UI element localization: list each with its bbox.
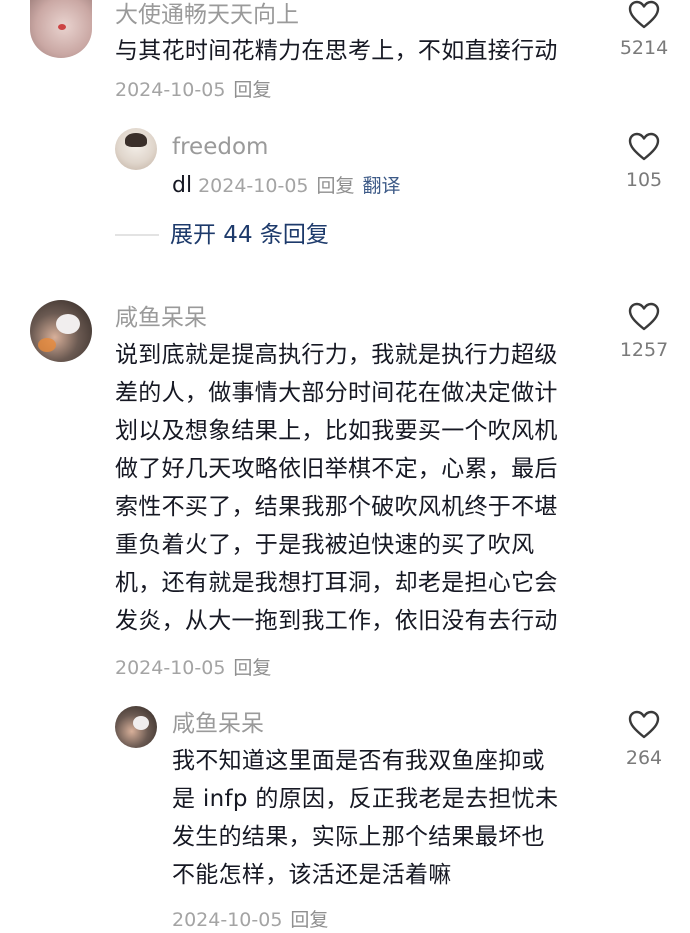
comment-text-line: 我不知道这里面是否有我双鱼座抑或 xyxy=(172,748,545,774)
like-count: 264 xyxy=(625,747,663,769)
comment-date: 2024-10-05 xyxy=(115,79,226,101)
comment-username[interactable]: 大使通畅天天向上 xyxy=(115,0,299,30)
reply-button[interactable]: 回复 xyxy=(317,175,355,197)
comment-username[interactable]: 咸鱼呆呆 xyxy=(172,709,264,739)
comment-text: 我不知道这里面是否有我双鱼座抑或 是 infp 的原因，反正我老是去担忧未 发生… xyxy=(172,742,592,894)
comment-text-line: 发生的结果，实际上那个结果最坏也 xyxy=(172,824,545,850)
avatar[interactable] xyxy=(115,706,157,748)
expand-replies-button[interactable]: 展开 44 条回复 xyxy=(170,220,329,250)
comment-meta: dl 2024-10-05 回复 翻译 xyxy=(172,173,401,199)
comment-text-line: 划以及想象结果上，比如我要买一个吹风机 xyxy=(115,418,558,444)
avatar[interactable] xyxy=(30,0,92,58)
comment-date: 2024-10-05 xyxy=(172,909,283,931)
comment-text-line: 机，还有就是我想打耳洞，却老是担心它会 xyxy=(115,570,558,596)
like-column: 5214 xyxy=(609,0,679,60)
comment-text-line: 重负着火了，于是我被迫快速的买了吹风 xyxy=(115,532,535,558)
like-count: 1257 xyxy=(619,339,669,361)
comment-text-line: 索性不买了，结果我那个破吹风机终于不堪 xyxy=(115,494,558,520)
comment-meta: 2024-10-05 回复 xyxy=(115,655,271,681)
like-count: 105 xyxy=(625,169,663,191)
heart-outline-icon[interactable] xyxy=(628,132,660,162)
heart-outline-icon[interactable] xyxy=(628,710,660,740)
heart-outline-icon[interactable] xyxy=(628,302,660,332)
comment-text-line: 不能怎样，该活还是活着嘛 xyxy=(172,862,452,888)
comment-username[interactable]: 咸鱼呆呆 xyxy=(115,303,207,333)
comment-date: 2024-10-05 xyxy=(198,175,309,197)
comment-meta: 2024-10-05 回复 xyxy=(115,77,271,103)
comment-username[interactable]: freedom xyxy=(172,132,268,162)
heart-outline-icon[interactable] xyxy=(628,0,660,30)
like-count: 5214 xyxy=(619,37,669,59)
like-column: 264 xyxy=(609,710,679,770)
avatar[interactable] xyxy=(115,128,157,170)
like-column: 105 xyxy=(609,132,679,192)
comment-text-line: 做了好几天攻略依旧举棋不定，心累，最后 xyxy=(115,456,558,482)
comment-meta: 2024-10-05 回复 xyxy=(172,907,328,933)
avatar[interactable] xyxy=(30,300,92,362)
comment-text: 说到底就是提高执行力，我就是执行力超级 差的人，做事情大部分时间花在做决定做计 … xyxy=(115,336,610,640)
comment-text: dl xyxy=(172,173,193,198)
comment-text-line: 发炎，从大一拖到我工作，依旧没有去行动 xyxy=(115,608,558,634)
comment-text-line: 是 infp 的原因，反正我老是去担忧未 xyxy=(172,786,559,812)
comment-text-line: 差的人，做事情大部分时间花在做决定做计 xyxy=(115,380,558,406)
expand-divider xyxy=(115,234,159,236)
reply-button[interactable]: 回复 xyxy=(233,79,271,101)
reply-button[interactable]: 回复 xyxy=(233,657,271,679)
like-column: 1257 xyxy=(609,302,679,362)
comment-date: 2024-10-05 xyxy=(115,657,226,679)
comment-text: 与其花时间花精力在思考上，不如直接行动 xyxy=(115,38,558,64)
comment-text-line: 说到底就是提高执行力，我就是执行力超级 xyxy=(115,342,558,368)
translate-button[interactable]: 翻译 xyxy=(363,175,401,197)
reply-button[interactable]: 回复 xyxy=(290,909,328,931)
